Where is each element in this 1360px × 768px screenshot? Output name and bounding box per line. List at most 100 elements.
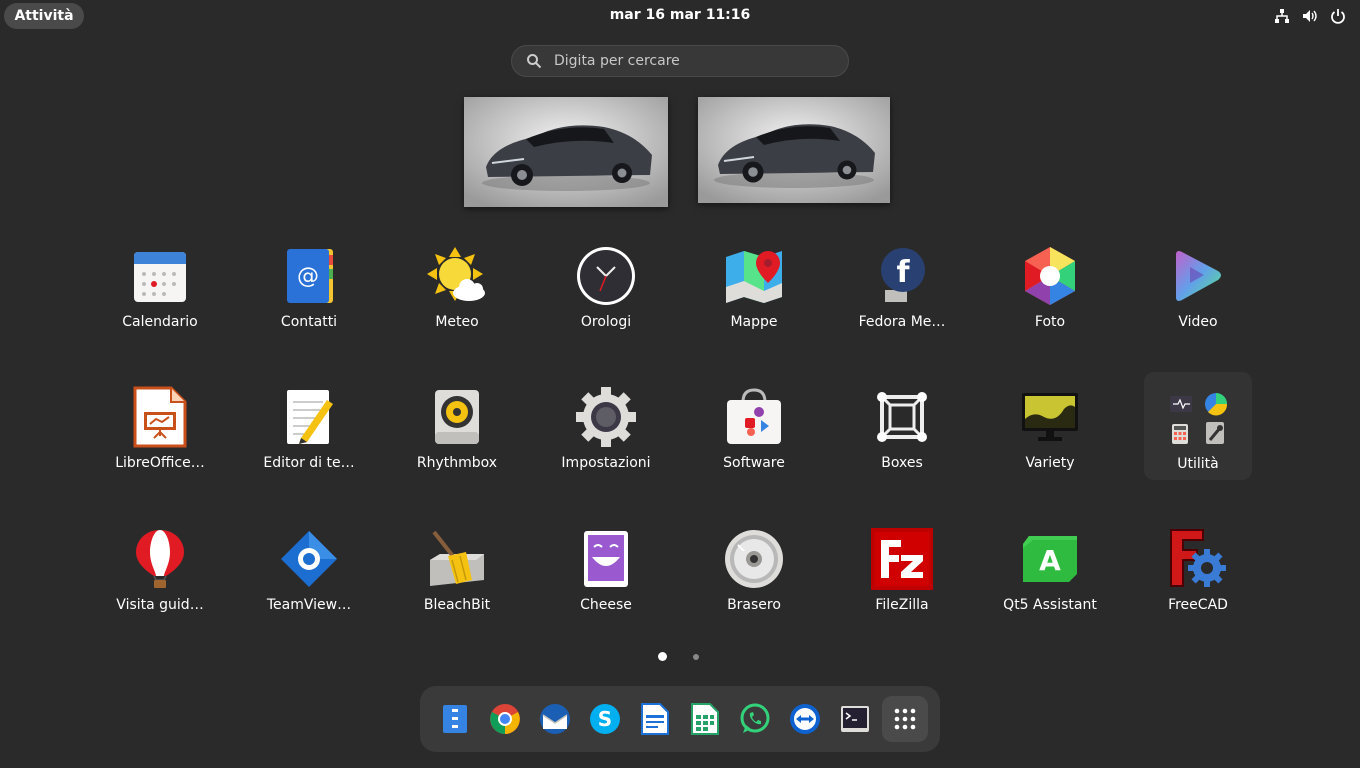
- network-icon[interactable]: [1274, 8, 1290, 24]
- app-label: Calendario: [122, 314, 198, 330]
- terminal-icon[interactable]: [836, 700, 874, 738]
- app-rhythmbox[interactable]: Rhythmbox: [403, 375, 511, 483]
- variety-icon: [1018, 385, 1082, 449]
- activities-button[interactable]: Attività: [4, 3, 84, 29]
- svg-text:S: S: [598, 707, 612, 731]
- app-filezilla[interactable]: FileZilla: [848, 517, 956, 625]
- app-bleachbit[interactable]: BleachBit: [403, 517, 511, 625]
- app-teamviewer[interactable]: TeamView…: [255, 517, 363, 625]
- clock[interactable]: mar 16 mar 11:16: [560, 7, 800, 23]
- page-dot-2[interactable]: [693, 653, 699, 660]
- dash-dock: S: [420, 686, 940, 752]
- app-contatti[interactable]: @ Contatti: [255, 234, 363, 342]
- settings-gear-icon: [574, 385, 638, 449]
- app-label: Orologi: [580, 314, 632, 330]
- boxes-icon: [870, 385, 934, 449]
- app-label: Boxes: [881, 455, 923, 471]
- app-label: Qt5 Assistant: [1003, 597, 1097, 613]
- libreoffice-calc-icon[interactable]: [686, 700, 724, 738]
- show-apps-icon: [894, 708, 916, 730]
- app-label: FreeCAD: [1168, 597, 1228, 613]
- app-fedora-media-writer[interactable]: f Fedora Me…: [848, 234, 956, 342]
- app-label: Brasero: [727, 597, 781, 613]
- app-brasero[interactable]: Brasero: [700, 517, 808, 625]
- app-label: Video: [1178, 314, 1218, 330]
- app-label: TeamView…: [266, 597, 352, 613]
- thunderbird-icon[interactable]: [536, 700, 574, 738]
- app-meteo[interactable]: Meteo: [403, 234, 511, 342]
- bleachbit-broom-icon: [425, 527, 489, 591]
- app-variety[interactable]: Variety: [996, 375, 1104, 483]
- app-libreoffice-impress[interactable]: LibreOffice…: [106, 375, 214, 483]
- svg-text:f: f: [896, 255, 910, 290]
- app-label: Mappe: [730, 314, 778, 330]
- app-label: Foto: [1034, 314, 1066, 330]
- app-label: Rhythmbox: [416, 455, 498, 471]
- app-orologi[interactable]: Orologi: [552, 234, 660, 342]
- tour-balloon-icon: [128, 527, 192, 591]
- app-label: BleachBit: [423, 597, 491, 613]
- libreoffice-impress-icon: [128, 385, 192, 449]
- app-qt5-assistant[interactable]: A Qt5 Assistant: [996, 517, 1104, 625]
- photos-icon: [1018, 244, 1082, 308]
- app-label: Meteo: [435, 314, 479, 330]
- app-folder-utilita[interactable]: Utilità: [1144, 372, 1252, 480]
- app-impostazioni[interactable]: Impostazioni: [552, 375, 660, 483]
- brasero-disc-icon: [722, 527, 786, 591]
- top-bar: Attività mar 16 mar 11:16: [0, 0, 1360, 32]
- app-visita-guidata[interactable]: Visita guid…: [106, 517, 214, 625]
- page-indicator: [658, 652, 699, 661]
- teamviewer-dock-icon[interactable]: [786, 700, 824, 738]
- app-foto[interactable]: Foto: [996, 234, 1104, 342]
- calendar-icon: [128, 244, 192, 308]
- app-label: Contatti: [280, 314, 338, 330]
- libreoffice-writer-icon[interactable]: [636, 700, 674, 738]
- app-cheese[interactable]: Cheese: [552, 517, 660, 625]
- app-label: Utilità: [1177, 456, 1219, 472]
- app-label: Cheese: [580, 597, 632, 613]
- power-icon[interactable]: [1330, 8, 1346, 24]
- workspace-thumbnail-2[interactable]: [698, 97, 890, 203]
- cheese-icon: [574, 527, 638, 591]
- freecad-icon: [1166, 527, 1230, 591]
- software-store-icon: [722, 385, 786, 449]
- app-boxes[interactable]: Boxes: [848, 375, 956, 483]
- filezilla-icon: [870, 527, 934, 591]
- weather-icon: [425, 244, 489, 308]
- app-label: Software: [723, 455, 785, 471]
- page-dot-1[interactable]: [658, 652, 667, 661]
- volume-icon[interactable]: [1302, 8, 1318, 24]
- fedora-icon: f: [870, 244, 934, 308]
- app-editor-di-testo[interactable]: Editor di te…: [255, 375, 363, 483]
- rhythmbox-icon: [425, 385, 489, 449]
- app-label: Impostazioni: [561, 455, 651, 471]
- show-apps-button[interactable]: [882, 696, 928, 742]
- workspace-thumbnail-1[interactable]: [464, 97, 668, 207]
- search-input[interactable]: [552, 52, 816, 70]
- files-icon[interactable]: [436, 700, 474, 738]
- maps-icon: [722, 244, 786, 308]
- system-menu[interactable]: [1274, 8, 1346, 24]
- app-label: Editor di te…: [263, 455, 355, 471]
- app-mappe[interactable]: Mappe: [700, 234, 808, 342]
- app-label: LibreOffice…: [115, 455, 205, 471]
- utilities-folder-icon: [1166, 386, 1230, 450]
- search-field[interactable]: [511, 45, 849, 77]
- whatsapp-icon[interactable]: [736, 700, 774, 738]
- app-label: Fedora Me…: [858, 314, 946, 330]
- qt-assistant-icon: A: [1018, 527, 1082, 591]
- svg-text:A: A: [1039, 544, 1061, 577]
- app-calendario[interactable]: Calendario: [106, 234, 214, 342]
- app-video[interactable]: Video: [1144, 234, 1252, 342]
- skype-icon[interactable]: S: [586, 700, 624, 738]
- contacts-icon: @: [277, 244, 341, 308]
- video-icon: [1166, 244, 1230, 308]
- app-label: Variety: [1025, 455, 1075, 471]
- app-software[interactable]: Software: [700, 375, 808, 483]
- app-label: FileZilla: [875, 597, 929, 613]
- text-editor-icon: [277, 385, 341, 449]
- search-icon: [527, 54, 542, 69]
- app-freecad[interactable]: FreeCAD: [1144, 517, 1252, 625]
- teamviewer-icon: [277, 527, 341, 591]
- chrome-icon[interactable]: [486, 700, 524, 738]
